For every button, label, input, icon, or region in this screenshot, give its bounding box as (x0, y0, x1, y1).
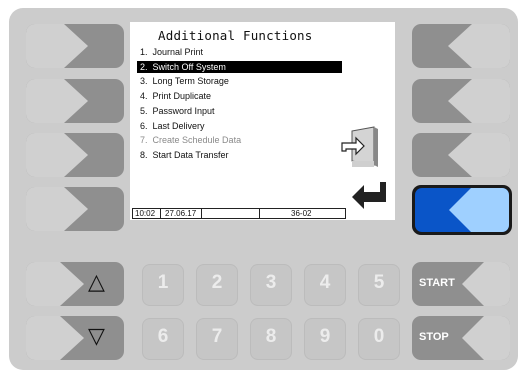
left-chevron-icon (448, 79, 510, 123)
menu-item-number: 8. (140, 149, 148, 160)
number-key-6[interactable]: 6 (142, 318, 184, 360)
menu-item-number: 5. (140, 105, 148, 116)
number-key-label: 2 (211, 272, 223, 293)
menu-item-4[interactable]: 4. Print Duplicate (137, 90, 342, 102)
status-date: 27.06.17 (165, 209, 197, 218)
number-key-label: 0 (373, 326, 385, 347)
arrow-down-button[interactable]: ▽ (26, 316, 124, 360)
menu-item-label: Start Data Transfer (152, 149, 229, 160)
right-softkey-1[interactable] (412, 24, 510, 68)
number-key-3[interactable]: 3 (250, 264, 292, 306)
menu-item-6[interactable]: 6. Last Delivery (137, 120, 342, 132)
menu-item-number: 3. (140, 76, 148, 87)
number-key-0[interactable]: 0 (358, 318, 400, 360)
number-key-label: 6 (157, 326, 169, 347)
number-key-label: 8 (265, 326, 277, 347)
menu-item-number: 7. (140, 135, 148, 146)
status-bar: 10:02 27.06.17 36-02 (132, 208, 346, 219)
menu-item-number: 1. (140, 47, 148, 57)
right-chevron-icon (26, 79, 88, 123)
menu-item-label: Switch Off System (152, 61, 226, 72)
number-key-1[interactable]: 1 (142, 264, 184, 306)
left-chevron-icon (449, 188, 509, 232)
number-key-4[interactable]: 4 (304, 264, 346, 306)
left-softkey-4[interactable] (26, 187, 124, 231)
number-key-8[interactable]: 8 (250, 318, 292, 360)
right-chevron-icon (26, 24, 88, 68)
menu-item-number: 6. (140, 120, 148, 131)
status-time: 10:02 (135, 209, 156, 218)
number-key-label: 7 (211, 326, 223, 347)
down-triangle-icon: ▽ (88, 324, 105, 349)
menu-item-label: Create Schedule Data (152, 135, 242, 146)
number-key-label: 1 (157, 272, 169, 293)
number-key-2[interactable]: 2 (196, 264, 238, 306)
screen-title: Additional Functions (158, 28, 313, 43)
menu-item-label: Long Term Storage (152, 76, 229, 87)
right-chevron-icon (26, 133, 88, 177)
left-softkey-2[interactable] (26, 79, 124, 123)
menu-item-5[interactable]: 5. Password Input (137, 105, 342, 117)
start-button[interactable]: START (412, 262, 510, 306)
menu-item-label: Print Duplicate (152, 91, 212, 102)
menu-item-label: Journal Print (152, 47, 204, 57)
status-code: 36-02 (291, 209, 312, 218)
exit-door-icon (340, 125, 380, 178)
start-label: START (419, 277, 455, 289)
menu-item-number: 4. (140, 91, 148, 102)
left-chevron-icon (448, 24, 510, 68)
menu-item-2[interactable]: 2. Switch Off System (137, 60, 342, 73)
menu-item-number: 2. (140, 61, 148, 72)
arrow-up-button[interactable]: △ (26, 262, 124, 306)
right-softkey-2[interactable] (412, 79, 510, 123)
menu-item-8[interactable]: 8. Start Data Transfer (137, 149, 342, 161)
enter-return-arrow-icon[interactable] (352, 180, 386, 215)
left-softkey-1[interactable] (26, 24, 124, 68)
left-chevron-icon (448, 133, 510, 177)
right-softkey-4-active[interactable] (412, 185, 512, 235)
stop-label: STOP (419, 331, 449, 343)
menu-item-label: Last Delivery (152, 120, 205, 131)
menu-item-3[interactable]: 3. Long Term Storage (137, 75, 342, 87)
menu-item-1[interactable]: 1. Journal Print (137, 46, 342, 58)
right-softkey-3[interactable] (412, 133, 510, 177)
stop-button[interactable]: STOP (412, 316, 510, 360)
right-chevron-icon (26, 316, 84, 360)
left-softkey-3[interactable] (26, 133, 124, 177)
number-key-7[interactable]: 7 (196, 318, 238, 360)
number-key-label: 5 (373, 272, 385, 293)
number-key-5[interactable]: 5 (358, 264, 400, 306)
right-chevron-icon (26, 187, 88, 231)
number-key-label: 4 (319, 272, 331, 293)
up-triangle-icon: △ (88, 270, 105, 295)
number-key-label: 3 (265, 272, 277, 293)
menu-item-label: Password Input (152, 105, 215, 116)
display-screen: Additional Functions 1. Journal Print 2. Sw… (130, 22, 395, 220)
right-chevron-icon (26, 262, 84, 306)
number-key-label: 9 (319, 326, 331, 347)
menu-item-7[interactable]: 7. Create Schedule Data (137, 134, 342, 146)
number-key-9[interactable]: 9 (304, 318, 346, 360)
